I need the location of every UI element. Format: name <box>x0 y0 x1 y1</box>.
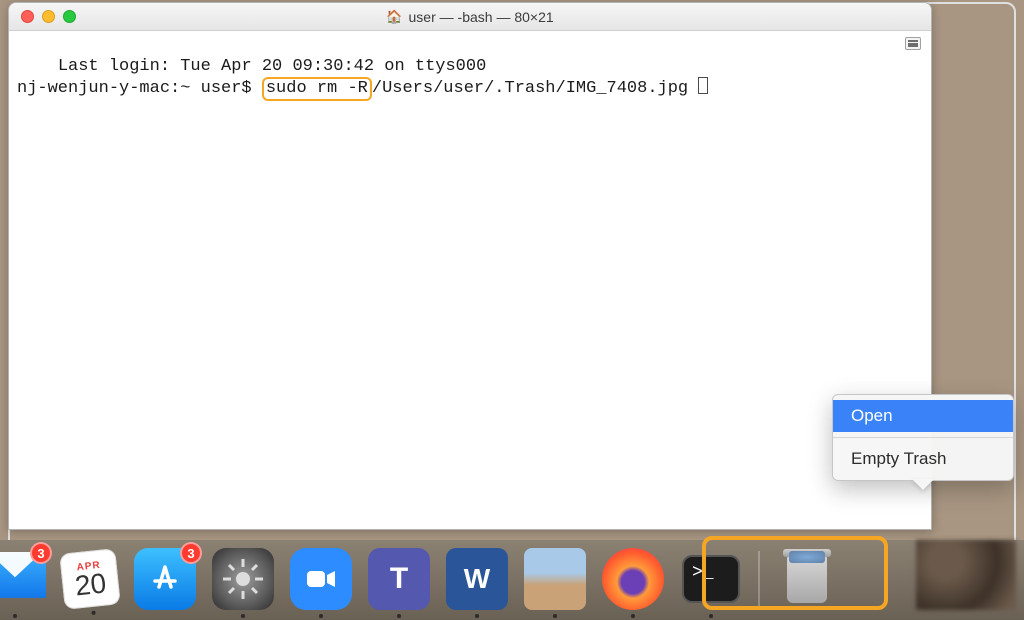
running-indicator <box>631 614 635 618</box>
terminal-output[interactable]: Last login: Tue Apr 20 09:30:42 on ttys0… <box>9 31 931 127</box>
gear-icon <box>221 557 265 601</box>
window-title: user — -bash — 80×21 <box>409 9 554 25</box>
terminal-prompt: nj-wenjun-y-mac:~ user$ <box>17 79 262 98</box>
camera-icon <box>301 559 341 599</box>
trash-icon <box>787 555 827 603</box>
dock: 3 APR 20 3 T W >_ <box>0 540 1024 618</box>
mail-badge: 3 <box>30 542 52 564</box>
terminal-icon: >_ <box>682 555 740 603</box>
running-indicator <box>13 614 17 618</box>
home-icon: 🏠 <box>386 9 402 25</box>
menu-empty-trash[interactable]: Empty Trash <box>833 443 1013 475</box>
dock-photos[interactable] <box>524 548 586 610</box>
dock-calendar[interactable]: APR 20 <box>59 548 121 610</box>
minimize-button[interactable] <box>42 10 55 23</box>
appstore-icon <box>147 561 183 597</box>
running-indicator <box>241 614 245 618</box>
menu-divider <box>833 437 1013 438</box>
running-indicator <box>553 614 557 618</box>
running-indicator <box>709 614 713 618</box>
dock-mail[interactable]: 3 <box>0 548 46 610</box>
running-indicator <box>319 614 323 618</box>
terminal-window: 🏠 user — -bash — 80×21 Last login: Tue A… <box>8 2 932 530</box>
terminal-cursor <box>698 77 708 94</box>
command-rest: /Users/user/.Trash/IMG_7408.jpg <box>372 79 698 98</box>
close-button[interactable] <box>21 10 34 23</box>
maximize-button[interactable] <box>63 10 76 23</box>
appstore-badge: 3 <box>180 542 202 564</box>
dock-zoom[interactable] <box>290 548 352 610</box>
dock-trash[interactable] <box>776 548 838 610</box>
running-indicator <box>397 614 401 618</box>
terminal-line: Last login: Tue Apr 20 09:30:42 on ttys0… <box>58 57 486 76</box>
window-titlebar: 🏠 user — -bash — 80×21 <box>9 3 931 31</box>
dock-settings[interactable] <box>212 548 274 610</box>
dock-terminal[interactable]: >_ <box>680 548 742 610</box>
menu-open[interactable]: Open <box>833 400 1013 432</box>
hamburger-icon[interactable] <box>905 37 921 50</box>
running-indicator <box>475 614 479 618</box>
dock-divider <box>758 551 760 607</box>
command-highlight: sudo rm -R <box>262 77 372 101</box>
running-indicator <box>91 611 95 615</box>
teams-icon: T <box>390 562 408 596</box>
menu-tail <box>912 479 934 490</box>
trash-context-menu: Open Empty Trash <box>832 394 1014 481</box>
dock-teams[interactable]: T <box>368 548 430 610</box>
calendar-day: 20 <box>74 570 108 599</box>
word-icon: W <box>464 563 490 595</box>
dock-appstore[interactable]: 3 <box>134 548 196 610</box>
dock-firefox[interactable] <box>602 548 664 610</box>
dock-word[interactable]: W <box>446 548 508 610</box>
